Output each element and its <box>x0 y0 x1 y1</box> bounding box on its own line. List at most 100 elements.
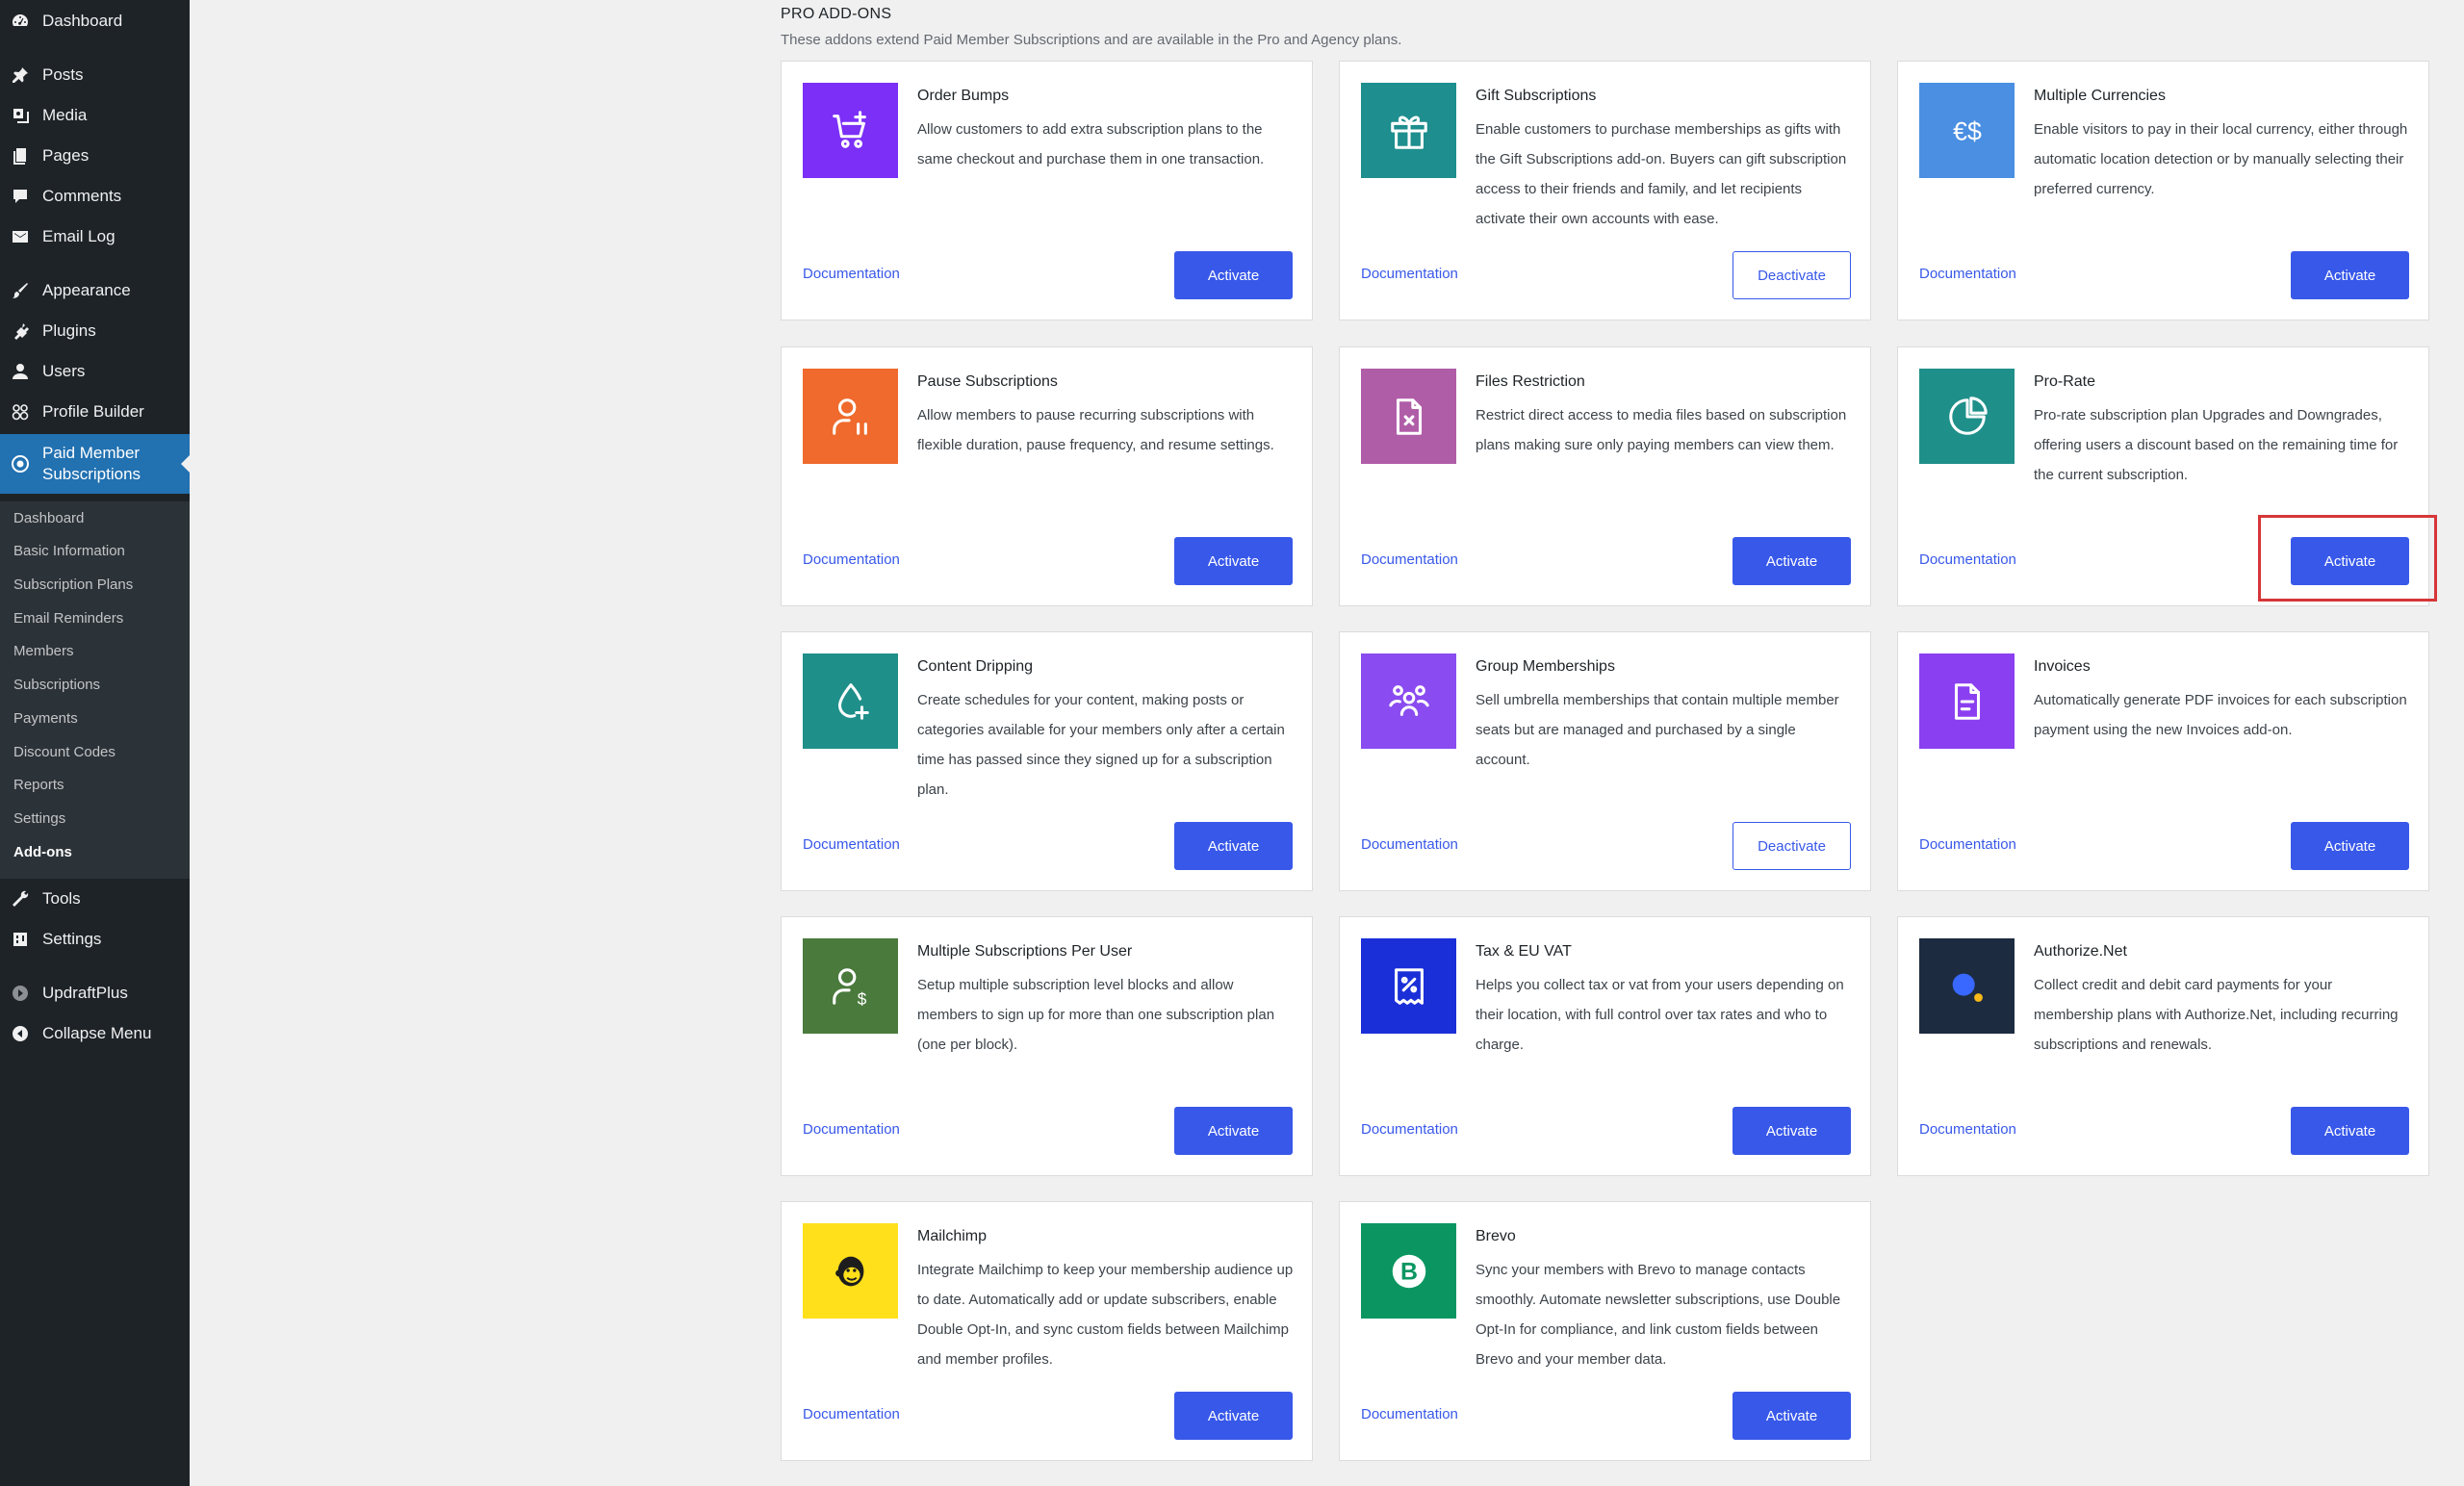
menu-plugins[interactable]: Plugins <box>0 312 190 350</box>
addon-card-invoices: Invoices Automatically generate PDF invo… <box>1897 631 2429 891</box>
submenu-payments[interactable]: Payments <box>13 710 78 727</box>
addon-description: Restrict direct access to media files ba… <box>1476 407 1847 453</box>
currency-icon: €$ <box>1919 83 2015 178</box>
documentation-link[interactable]: Documentation <box>803 266 900 282</box>
documentation-link[interactable]: Documentation <box>1919 266 2016 282</box>
mailchimp-icon <box>803 1223 898 1319</box>
menu-collapse[interactable]: Collapse Menu <box>0 1014 190 1053</box>
activate-button[interactable]: Activate <box>1174 1392 1293 1440</box>
addon-title: Multiple Subscriptions Per User <box>917 943 1133 960</box>
deactivate-button[interactable]: Deactivate <box>1732 251 1851 299</box>
addon-title: Pause Subscriptions <box>917 373 1058 390</box>
menu-updraftplus[interactable]: UpdraftPlus <box>0 974 190 1012</box>
addon-card-order-bumps: Order Bumps Allow customers to add extra… <box>781 61 1313 320</box>
menu-posts[interactable]: Posts <box>0 56 190 94</box>
submenu-settings[interactable]: Settings <box>13 810 65 827</box>
submenu-email-reminders[interactable]: Email Reminders <box>13 610 123 627</box>
documentation-link[interactable]: Documentation <box>1361 1121 1458 1138</box>
menu-users[interactable]: Users <box>0 352 190 391</box>
addon-card-pro-rate: Pro-Rate Pro-rate subscription plan Upgr… <box>1897 346 2429 606</box>
addon-title: Pro-Rate <box>2034 373 2096 390</box>
addon-title: Order Bumps <box>917 88 1010 104</box>
collapse-icon <box>10 1023 31 1044</box>
menu-label: Posts <box>42 65 84 84</box>
activate-button[interactable]: Activate <box>1174 537 1293 585</box>
activate-button[interactable]: Activate <box>1174 822 1293 870</box>
updraft-icon <box>10 983 31 1004</box>
submenu-add-ons[interactable]: Add-ons <box>13 844 72 860</box>
documentation-link[interactable]: Documentation <box>1361 836 1458 853</box>
activate-button[interactable]: Activate <box>1732 1107 1851 1155</box>
submenu-dashboard[interactable]: Dashboard <box>13 510 84 526</box>
submenu-discount-codes[interactable]: Discount Codes <box>13 744 116 760</box>
activate-button[interactable]: Activate <box>1732 1392 1851 1440</box>
pie-chart-icon <box>1919 369 2015 464</box>
addon-description: Pro-rate subscription plan Upgrades and … <box>2034 407 2399 483</box>
addon-description: Allow customers to add extra subscriptio… <box>917 121 1265 167</box>
invoice-icon <box>1919 653 2015 749</box>
menu-settings[interactable]: Settings <box>0 920 190 959</box>
addon-title: Files Restriction <box>1476 373 1585 390</box>
menu-pages[interactable]: Pages <box>0 137 190 175</box>
submenu-reports[interactable]: Reports <box>13 777 64 793</box>
submenu-subscriptions[interactable]: Subscriptions <box>13 677 100 693</box>
menu-label: UpdraftPlus <box>42 984 128 1002</box>
menu-email-log[interactable]: Email Log <box>0 218 190 256</box>
addon-title: Group Memberships <box>1476 658 1615 675</box>
menu-dashboard[interactable]: Dashboard <box>0 2 190 40</box>
activate-button[interactable]: Activate <box>1174 1107 1293 1155</box>
activate-button[interactable]: Activate <box>2291 251 2409 299</box>
addon-card-multiple-subscriptions-per-user: $ Multiple Subscriptions Per User Setup … <box>781 916 1313 1176</box>
menu-label: Paid Member Subscriptions <box>42 444 141 483</box>
documentation-link[interactable]: Documentation <box>1361 551 1458 568</box>
group-icon <box>1361 653 1456 749</box>
dashboard-icon <box>10 11 31 32</box>
addon-title: Gift Subscriptions <box>1476 88 1597 104</box>
addon-description: Enable customers to purchase memberships… <box>1476 121 1847 227</box>
documentation-link[interactable]: Documentation <box>1919 836 2016 853</box>
addon-title: Invoices <box>2034 658 2091 675</box>
activate-button[interactable]: Activate <box>1732 537 1851 585</box>
user-pause-icon <box>803 369 898 464</box>
menu-label: Appearance <box>42 281 131 299</box>
submenu-members[interactable]: Members <box>13 643 74 659</box>
menu-label: Collapse Menu <box>42 1024 152 1042</box>
addon-card-files-restriction: Files Restriction Restrict direct access… <box>1339 346 1871 606</box>
menu-comments[interactable]: Comments <box>0 177 190 216</box>
svg-text:€$: €$ <box>1953 116 1982 145</box>
addon-description: Enable visitors to pay in their local cu… <box>2034 121 2408 197</box>
documentation-link[interactable]: Documentation <box>803 836 900 853</box>
submenu-subscription-plans[interactable]: Subscription Plans <box>13 576 133 593</box>
activate-button[interactable]: Activate <box>1174 251 1293 299</box>
activate-button[interactable]: Activate <box>2291 1107 2409 1155</box>
menu-paid-member-subscriptions[interactable]: Paid Member Subscriptions <box>0 434 190 494</box>
addon-description: Setup multiple subscription level blocks… <box>917 977 1275 1053</box>
addon-card-tax-eu-vat: Tax & EU VAT Helps you collect tax or va… <box>1339 916 1871 1176</box>
documentation-link[interactable]: Documentation <box>1361 1406 1458 1422</box>
wrench-icon <box>10 888 31 910</box>
submenu-basic-information[interactable]: Basic Information <box>13 543 125 559</box>
user-icon <box>10 361 31 382</box>
addon-title: Tax & EU VAT <box>1476 943 1572 960</box>
documentation-link[interactable]: Documentation <box>1919 551 2016 568</box>
documentation-link[interactable]: Documentation <box>1919 1121 2016 1138</box>
documentation-link[interactable]: Documentation <box>803 1121 900 1138</box>
addon-description: Sync your members with Brevo to manage c… <box>1476 1262 1841 1368</box>
documentation-link[interactable]: Documentation <box>803 1406 900 1422</box>
menu-appearance[interactable]: Appearance <box>0 271 190 310</box>
drop-plus-icon <box>803 653 898 749</box>
menu-label: Tools <box>42 889 81 908</box>
menu-label: Media <box>42 106 88 124</box>
menu-profile-builder[interactable]: Profile Builder <box>0 393 190 431</box>
documentation-link[interactable]: Documentation <box>1361 266 1458 282</box>
activate-button[interactable]: Activate <box>2291 537 2409 585</box>
documentation-link[interactable]: Documentation <box>803 551 900 568</box>
deactivate-button[interactable]: Deactivate <box>1732 822 1851 870</box>
addon-description: Integrate Mailchimp to keep your members… <box>917 1262 1294 1368</box>
plugin-icon <box>10 320 31 342</box>
menu-media[interactable]: Media <box>0 96 190 135</box>
pages-icon <box>10 145 31 167</box>
addon-card-pause-subscriptions: Pause Subscriptions Allow members to pau… <box>781 346 1313 606</box>
activate-button[interactable]: Activate <box>2291 822 2409 870</box>
menu-tools[interactable]: Tools <box>0 880 190 918</box>
